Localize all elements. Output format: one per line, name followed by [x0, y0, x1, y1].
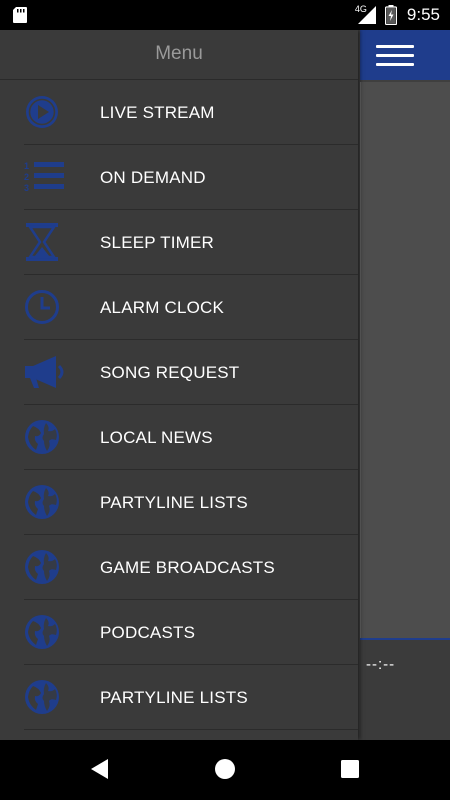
player-bar: --:--	[360, 638, 450, 740]
play-circle-icon	[24, 94, 60, 130]
globe-icon	[24, 679, 60, 715]
player-time: --:--	[366, 656, 396, 673]
menu-item-label: ALARM CLOCK	[100, 297, 225, 317]
menu-item-label: PARTYLINE LISTS	[100, 492, 248, 512]
app-toolbar	[360, 30, 450, 80]
battery-icon	[384, 5, 397, 25]
hourglass-icon	[24, 223, 60, 261]
menu-item-live-stream[interactable]: LIVE STREAM	[0, 80, 358, 145]
status-time: 9:55	[406, 5, 440, 24]
menu-item-label: LIVE STREAM	[100, 102, 215, 122]
menu-item-sleep-timer[interactable]: SLEEP TIMER	[0, 210, 358, 275]
drawer-title: Menu	[0, 30, 358, 80]
numbered-list-icon: 1 2 3	[22, 159, 64, 195]
menu-item-label: SLEEP TIMER	[100, 232, 215, 252]
navigation-drawer: Menu LIVE STREAM 1 2 3 ON DEMAND SLEEP T…	[0, 30, 358, 740]
hamburger-menu-icon[interactable]	[376, 45, 414, 67]
svg-text:1: 1	[24, 161, 29, 171]
menu-item-label: GAME BROADCASTS	[100, 557, 275, 577]
system-nav-bar	[0, 740, 450, 800]
status-bar: 4G 9:55	[0, 0, 450, 30]
menu-item-game-broadcasts[interactable]: GAME BROADCASTS	[0, 535, 358, 600]
menu-item-partyline-lists[interactable]: PARTYLINE LISTS	[0, 470, 358, 535]
menu-item-podcasts[interactable]: PODCASTS	[0, 600, 358, 665]
home-icon[interactable]	[214, 758, 236, 780]
back-icon[interactable]	[90, 758, 110, 780]
menu-item-on-demand[interactable]: 1 2 3 ON DEMAND	[0, 145, 358, 210]
clock-icon	[24, 289, 60, 325]
menu-item-label: ON DEMAND	[100, 167, 206, 187]
svg-text:3: 3	[24, 183, 29, 193]
globe-icon	[24, 614, 60, 650]
svg-text:2: 2	[24, 172, 29, 182]
menu-item-song-request[interactable]: SONG REQUEST	[0, 340, 358, 405]
signal-icon: 4G	[355, 4, 377, 25]
menu-item-local-news[interactable]: LOCAL NEWS	[0, 405, 358, 470]
menu-item-label: LOCAL NEWS	[100, 427, 213, 447]
globe-icon	[24, 549, 60, 585]
megaphone-icon	[24, 354, 66, 390]
drawer-menu: LIVE STREAM 1 2 3 ON DEMAND SLEEP TIMER …	[0, 80, 358, 730]
menu-item-label: PARTYLINE LISTS	[100, 687, 248, 707]
globe-icon	[24, 484, 60, 520]
menu-item-alarm-clock[interactable]: ALARM CLOCK	[0, 275, 358, 340]
menu-item-label: SONG REQUEST	[100, 362, 240, 382]
recent-apps-icon[interactable]	[340, 759, 360, 779]
globe-icon	[24, 419, 60, 455]
menu-item-partyline-lists-2[interactable]: PARTYLINE LISTS	[0, 665, 358, 730]
menu-item-label: PODCASTS	[100, 622, 196, 642]
sd-card-icon	[13, 7, 27, 23]
main-content-panel	[360, 82, 450, 638]
